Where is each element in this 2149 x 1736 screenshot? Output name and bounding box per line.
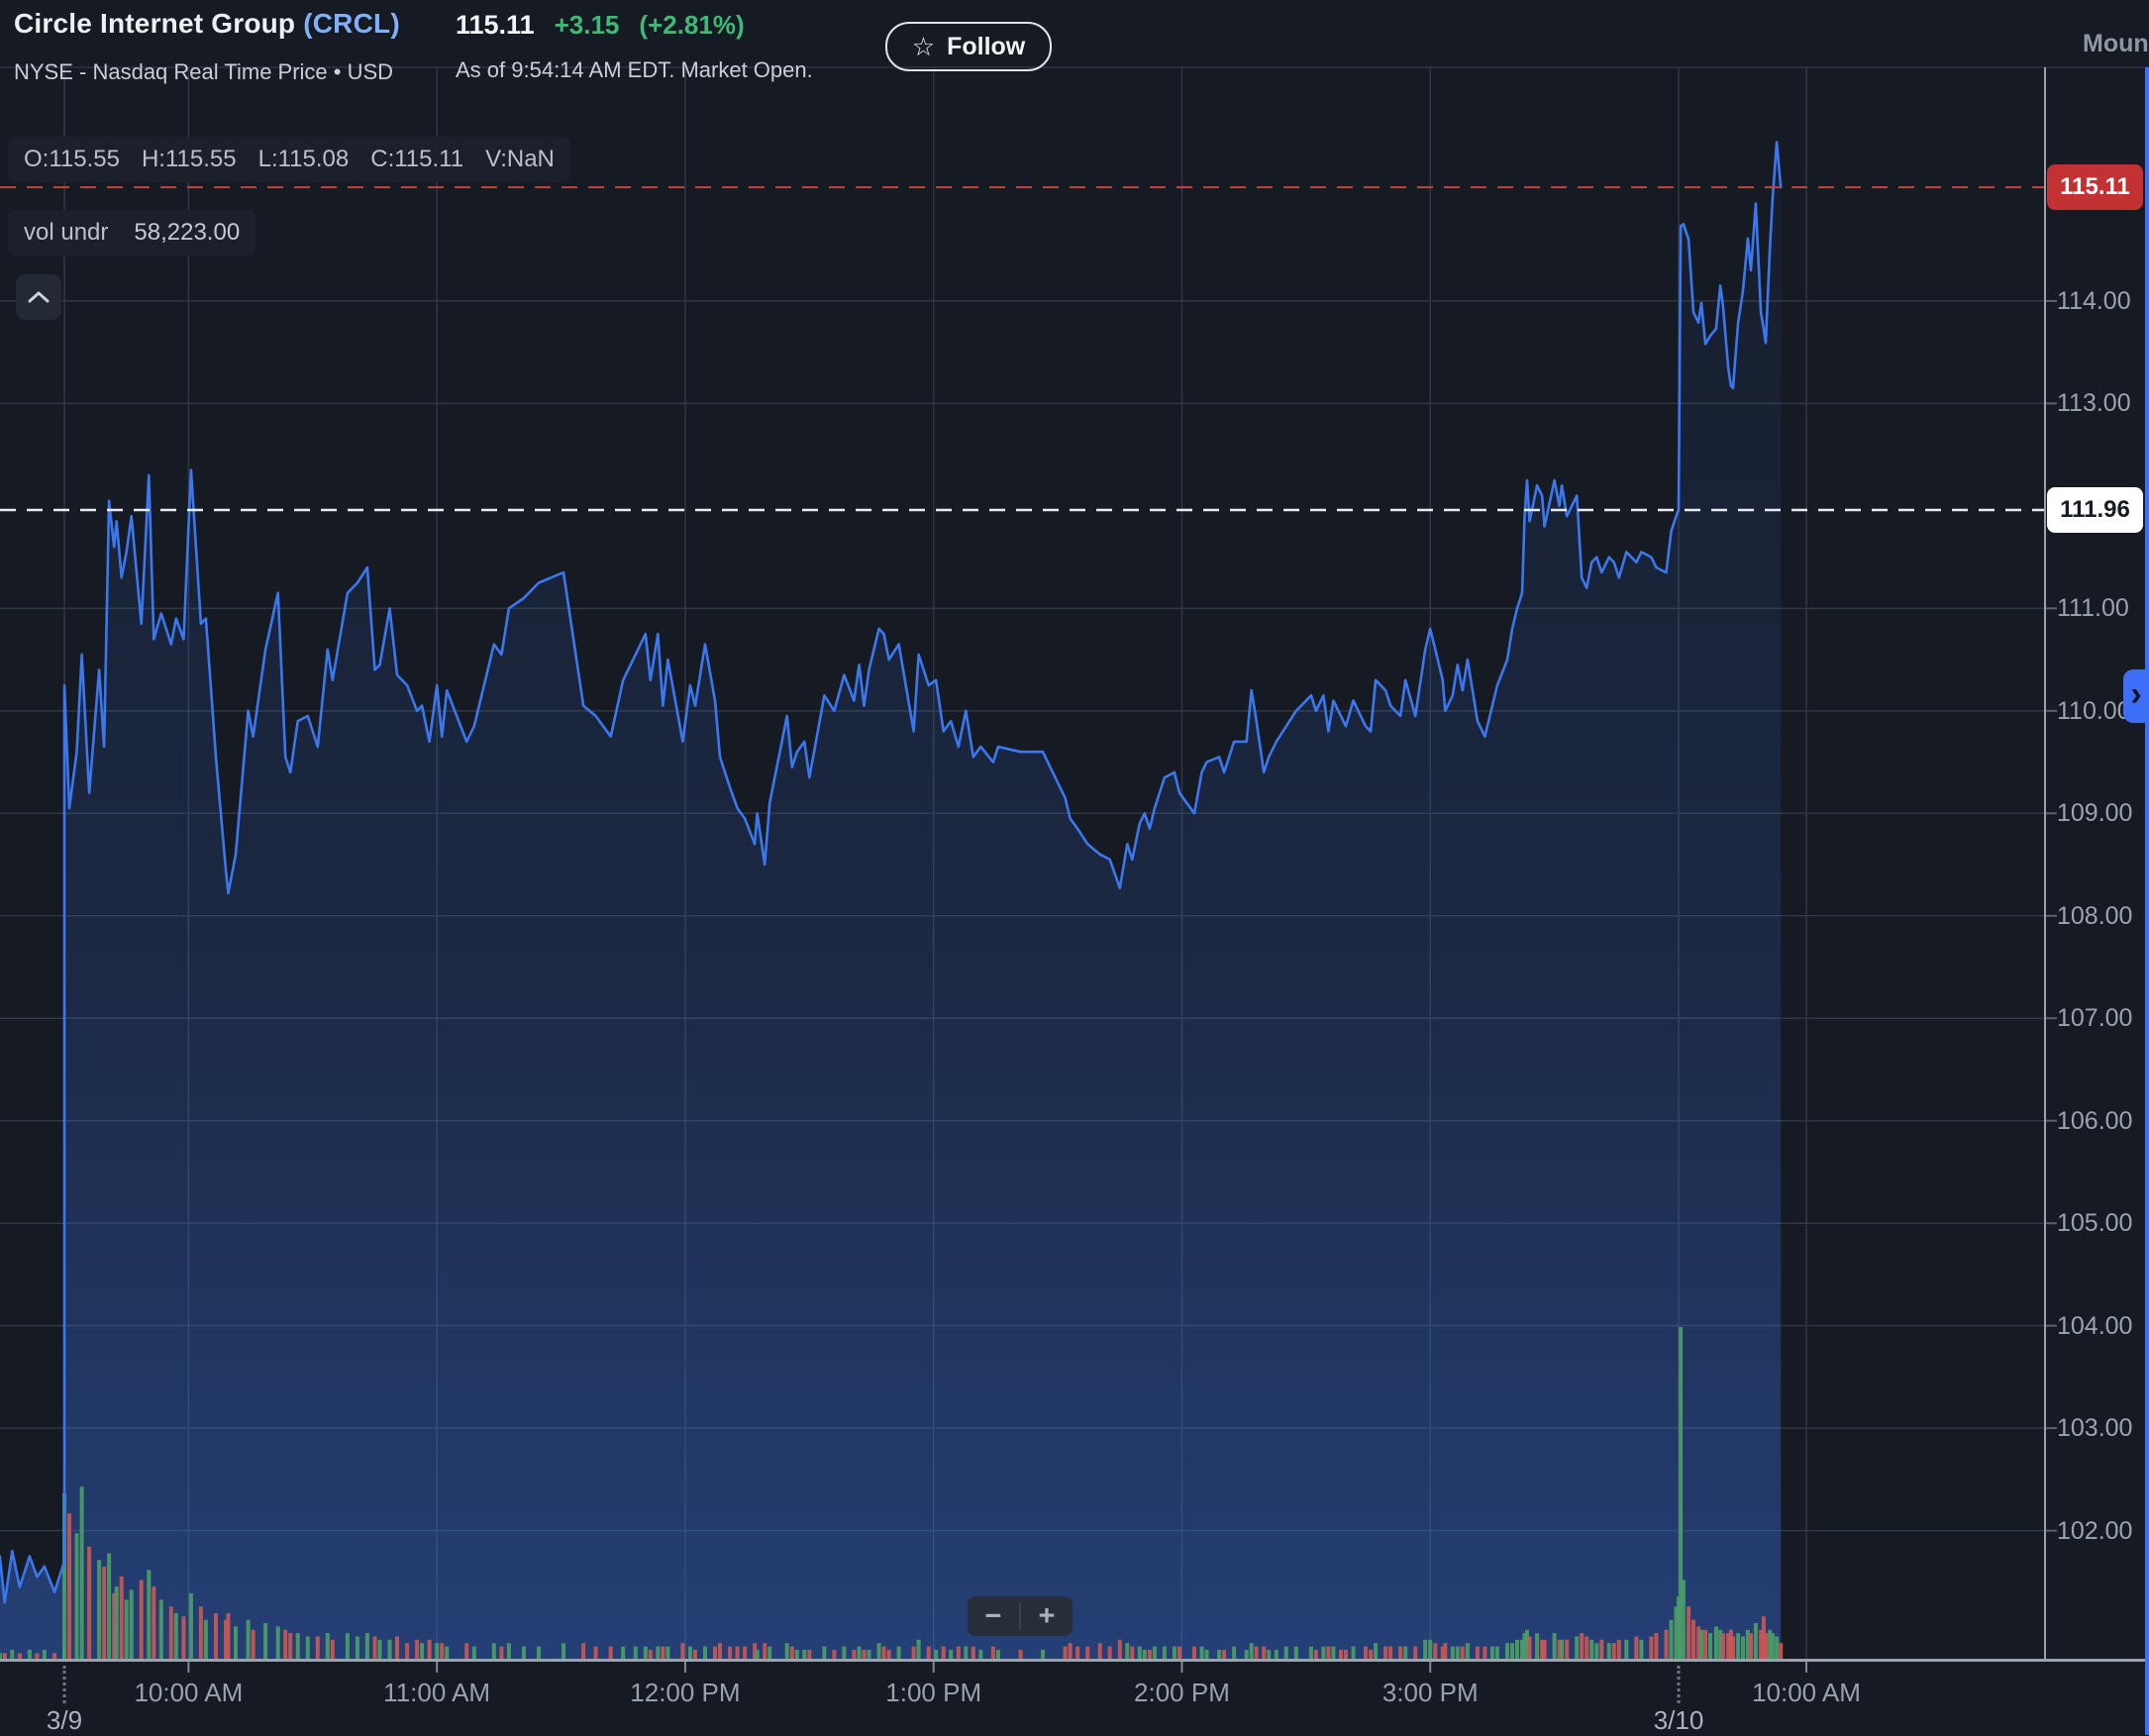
y-axis-tick-label: 107.00 xyxy=(2057,1004,2132,1033)
price-change: +3.15 xyxy=(555,10,620,41)
zoom-in-button[interactable]: + xyxy=(1021,1596,1073,1636)
x-axis-tick-label: 2:00 PM xyxy=(1134,1678,1230,1708)
session-divider-tick xyxy=(1678,1666,1681,1703)
ohlc-close: C:115.11 xyxy=(370,146,463,172)
chevron-right-icon: › xyxy=(2130,677,2141,711)
y-axis-tick-label: 102.00 xyxy=(2057,1517,2132,1546)
minus-icon: − xyxy=(985,1600,1002,1633)
star-icon: ☆ xyxy=(912,34,935,59)
y-axis-tick-label: 103.00 xyxy=(2057,1414,2132,1443)
x-axis-tick-label: 1:00 PM xyxy=(885,1678,981,1708)
x-axis-tick-label: 10:00 AM xyxy=(134,1678,243,1708)
y-axis-tick-label: 110.00 xyxy=(2057,697,2131,726)
x-axis-tick-label: 11:00 AM xyxy=(383,1678,490,1708)
x-axis-tick-label: 12:00 PM xyxy=(630,1678,740,1708)
chart-page: Circle Internet Group (CRCL) NYSE - Nasd… xyxy=(0,0,2149,1735)
zoom-control: − + xyxy=(968,1596,1073,1636)
chart-type-label[interactable]: Mounta xyxy=(2083,30,2149,58)
plus-icon: + xyxy=(1039,1600,1056,1633)
y-axis-tick-label: 104.00 xyxy=(2057,1312,2132,1341)
chevron-up-icon xyxy=(28,291,50,303)
price-change-percent: (+2.81%) xyxy=(639,10,744,41)
previous-close-badge: 111.96 xyxy=(2047,487,2143,533)
ohlc-volume: V:NaN xyxy=(485,146,555,172)
price-summary: 115.11 +3.15 (+2.81%) xyxy=(456,10,745,41)
y-axis-tick-label: 109.00 xyxy=(2057,799,2132,828)
x-axis-tick-label: 10:00 AM xyxy=(1752,1678,1861,1708)
x-axis-line xyxy=(0,1659,2149,1662)
volume-legend-value: 58,223.00 xyxy=(134,219,240,246)
y-axis-tick-label: 108.00 xyxy=(2057,902,2132,931)
ohlc-legend: O:115.55 H:115.55 L:115.08 C:115.11 V:NaN xyxy=(8,137,570,182)
ohlc-low: L:115.08 xyxy=(258,146,350,172)
volume-legend: vol undr 58,223.00 xyxy=(8,210,256,255)
session-divider-tick xyxy=(63,1666,66,1703)
collapse-legend-button[interactable] xyxy=(16,274,61,320)
price-chart-canvas[interactable] xyxy=(0,0,2149,1735)
as-of-timestamp: As of 9:54:14 AM EDT. Market Open. xyxy=(456,57,813,83)
session-date-label: 3/10 xyxy=(1654,1705,1704,1736)
zoom-out-button[interactable]: − xyxy=(968,1596,1019,1636)
last-price-badge: 115.11 xyxy=(2047,164,2143,210)
session-date-label: 3/9 xyxy=(47,1705,82,1736)
volume-legend-label: vol undr xyxy=(24,219,108,246)
page-title: Circle Internet Group (CRCL) xyxy=(14,8,400,40)
y-axis-tick-label: 105.00 xyxy=(2057,1209,2132,1238)
follow-button-label: Follow xyxy=(947,33,1025,61)
y-axis-tick-label: 111.00 xyxy=(2057,594,2129,623)
follow-button[interactable]: ☆ Follow xyxy=(885,22,1052,71)
x-axis-tick-label: 3:00 PM xyxy=(1382,1678,1479,1708)
y-axis-tick-label: 113.00 xyxy=(2057,389,2131,418)
ticker-symbol: (CRCL) xyxy=(303,8,400,39)
last-price: 115.11 xyxy=(456,10,535,41)
ohlc-high: H:115.55 xyxy=(142,146,237,172)
ohlc-open: O:115.55 xyxy=(24,146,120,172)
exchange-subtitle: NYSE - Nasdaq Real Time Price • USD xyxy=(14,59,393,85)
y-axis-tick-label: 106.00 xyxy=(2057,1107,2132,1136)
y-axis-tick-label: 114.00 xyxy=(2057,287,2131,316)
pane-resize-handle[interactable] xyxy=(2145,67,2149,1735)
area-fill xyxy=(0,143,1781,1661)
